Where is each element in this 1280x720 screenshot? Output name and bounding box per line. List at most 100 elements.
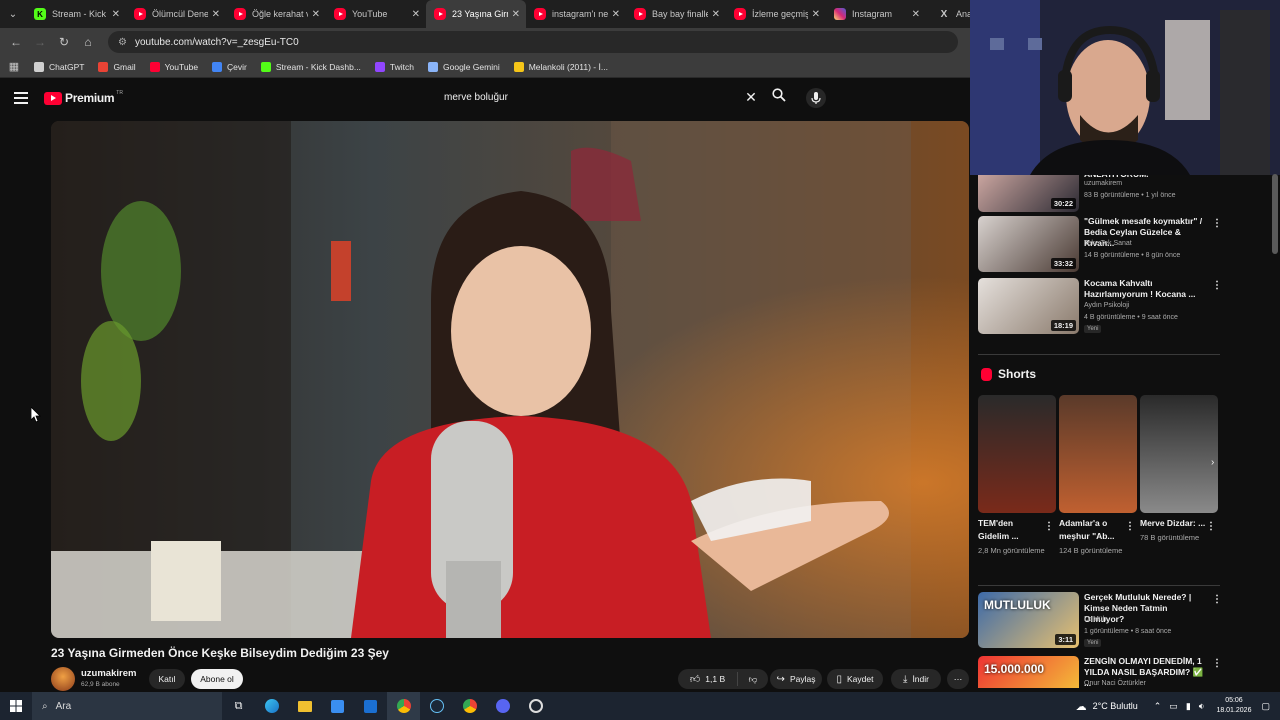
tab-close-icon[interactable]: ✕ <box>312 9 320 20</box>
search-box[interactable]: merve boluğur ✕ <box>434 85 794 110</box>
microsoft-store-icon[interactable] <box>321 692 354 720</box>
browser-tab[interactable]: Ölümcül Deneyler ✕ <box>126 0 226 28</box>
tab-close-icon[interactable]: ✕ <box>512 9 520 20</box>
discord-icon[interactable] <box>486 692 519 720</box>
video-player[interactable] <box>51 121 969 638</box>
shorts-next-icon[interactable]: › <box>1211 457 1214 468</box>
task-view-icon[interactable]: ⧉ <box>222 692 255 720</box>
related-video-item[interactable]: MUTLULUK 3:11 Gerçek Mutluluk Nerede? | Ki… <box>978 592 1222 648</box>
back-arrow-icon[interactable]: ← <box>4 35 28 49</box>
bookmark-item[interactable]: ChatGPT <box>34 61 84 72</box>
windows-start-icon[interactable] <box>0 700 32 712</box>
tray-chevron-icon[interactable]: ⌃ <box>1154 701 1162 712</box>
network-icon[interactable]: ▭ <box>1169 701 1178 712</box>
tab-close-icon[interactable]: ✕ <box>912 9 920 20</box>
more-options-icon[interactable]: ⋮ <box>1212 594 1222 605</box>
more-options-icon[interactable]: ⋮ <box>1212 218 1222 229</box>
bookmark-item[interactable]: Çevir <box>212 61 247 72</box>
outlook-icon[interactable] <box>354 692 387 720</box>
browser-tab[interactable]: instagram'ı neden ✕ <box>526 0 626 28</box>
dislike-button[interactable]: 👎︎ <box>738 674 768 685</box>
bookmark-item[interactable]: Twitch <box>374 61 414 72</box>
microphone-tray-icon[interactable]: ▮ <box>1186 701 1191 712</box>
chrome-icon[interactable] <box>387 692 420 720</box>
youtube-premium-logo[interactable]: Premium TR <box>44 90 123 105</box>
tab-search-chevron-icon[interactable]: ⌄ <box>0 0 26 28</box>
related-video-item[interactable]: 33:32 "Gülmek mesafe koymaktır" / Bedia C… <box>978 216 1222 272</box>
bookmark-item[interactable]: Gmail <box>98 61 136 72</box>
bookmark-item[interactable]: YouTube <box>149 61 198 72</box>
browser-tab[interactable]: 23 Yaşına Girmed ✕ <box>426 0 526 28</box>
short-title[interactable]: TEM'den Gidelim ... <box>978 517 1044 543</box>
browser-tab[interactable]: K Stream - Kick Das ✕ <box>26 0 126 28</box>
related-channel-name[interactable]: DoMüh <box>1084 616 1107 623</box>
apps-grid-icon[interactable]: ▦ <box>0 60 28 73</box>
channel-avatar[interactable] <box>51 667 75 691</box>
short-item[interactable]: Merve Dizdar: ... 78 B görüntüleme ⋮ <box>1140 395 1218 544</box>
forward-arrow-icon[interactable]: → <box>28 35 52 49</box>
bookmark-item[interactable]: Melankoli (2011) - İ... <box>513 61 608 72</box>
more-options-icon[interactable]: ⋮ <box>1206 521 1216 532</box>
video-thumbnail[interactable]: 18:19 <box>978 278 1079 334</box>
menu-icon[interactable] <box>14 92 28 107</box>
tab-close-icon[interactable]: ✕ <box>112 9 120 20</box>
more-options-icon[interactable]: ⋮ <box>1125 521 1135 532</box>
short-item[interactable]: Adamlar'a o meşhur "Ab... 124 B görüntüle… <box>1059 395 1137 557</box>
reload-icon[interactable]: ↻ <box>52 35 76 49</box>
video-thumbnail[interactable]: 15.000.000 <box>978 656 1079 688</box>
video-thumbnail[interactable]: 30:22 <box>978 170 1079 212</box>
tab-close-icon[interactable]: ✕ <box>612 9 620 20</box>
notification-icon[interactable]: ▢ <box>1261 701 1270 712</box>
share-button[interactable]: ↪ Paylaş <box>770 669 822 689</box>
join-button[interactable]: Katıl <box>149 669 185 689</box>
steam-icon[interactable] <box>420 692 453 720</box>
obs-icon[interactable] <box>519 692 552 720</box>
related-video-item[interactable]: 18:19 Kocama Kahvaltı Hazırlamıyorum ! Ko… <box>978 278 1222 334</box>
weather-label[interactable]: 2°C Bulutlu <box>1093 701 1138 711</box>
short-title[interactable]: Adamlar'a o meşhur "Ab... <box>1059 517 1125 543</box>
browser-tab[interactable]: İzleme geçmişi ✕ <box>726 0 826 28</box>
save-button[interactable]: ▯ Kaydet <box>827 669 883 689</box>
more-options-icon[interactable]: ⋮ <box>1044 521 1054 532</box>
page-scrollbar[interactable] <box>1272 174 1278 254</box>
subscribe-button[interactable]: Abone ol <box>191 669 243 689</box>
tab-close-icon[interactable]: ✕ <box>212 9 220 20</box>
clear-search-icon[interactable]: ✕ <box>738 89 764 106</box>
browser-tab[interactable]: Bay bay finaller ✕ <box>626 0 726 28</box>
related-channel-name[interactable]: uzumakirem <box>1084 180 1122 187</box>
search-input[interactable]: merve boluğur <box>434 92 738 103</box>
short-thumbnail[interactable] <box>978 395 1056 513</box>
short-thumbnail[interactable] <box>1140 395 1218 513</box>
tab-close-icon[interactable]: ✕ <box>812 9 820 20</box>
url-field[interactable]: ⚙ youtube.com/watch?v=_zesgEu-TC0 <box>108 31 958 53</box>
tab-close-icon[interactable]: ✕ <box>712 9 720 20</box>
short-title[interactable]: Merve Dizdar: ... <box>1140 517 1206 530</box>
chrome-profile-icon[interactable] <box>453 692 486 720</box>
more-options-icon[interactable]: ⋮ <box>1212 658 1222 669</box>
browser-tab[interactable]: Instagram ✕ <box>826 0 926 28</box>
clock[interactable]: 05:06 18.01.2026 <box>1216 696 1251 716</box>
download-button[interactable]: ⤓ İndir <box>891 669 941 689</box>
related-channel-name[interactable]: Teke Tek Sanat <box>1084 240 1132 247</box>
channel-name[interactable]: uzumakirem <box>81 668 136 679</box>
more-options-icon[interactable]: ⋮ <box>1212 280 1222 291</box>
tab-close-icon[interactable]: ✕ <box>412 9 420 20</box>
short-item[interactable]: TEM'den Gidelim ... 2,8 Mn görüntüleme ⋮ <box>978 395 1056 557</box>
video-thumbnail[interactable]: MUTLULUK 3:11 <box>978 592 1079 648</box>
search-icon[interactable] <box>764 88 794 107</box>
related-channel-name[interactable]: Onur Naci Öztürkler <box>1084 680 1146 687</box>
browser-tab[interactable]: Öğle kerahat vakti ✕ <box>226 0 326 28</box>
volume-icon[interactable]: 🔉︎ <box>1199 701 1205 712</box>
short-thumbnail[interactable] <box>1059 395 1137 513</box>
home-icon[interactable]: ⌂ <box>76 35 100 49</box>
like-button[interactable]: 👍︎ 1,1 B <box>678 672 738 686</box>
taskbar-search[interactable]: ⌕ Ara <box>32 692 222 720</box>
microphone-icon[interactable] <box>806 88 826 108</box>
related-channel-name[interactable]: Aydın Psikoloji <box>1084 302 1129 309</box>
edge-icon[interactable] <box>255 692 288 720</box>
more-actions-icon[interactable]: ⋯ <box>947 669 969 689</box>
video-thumbnail[interactable]: 33:32 <box>978 216 1079 272</box>
bookmark-item[interactable]: Google Gemini <box>428 61 500 72</box>
site-info-icon[interactable]: ⚙ <box>118 37 127 48</box>
file-explorer-icon[interactable] <box>288 692 321 720</box>
